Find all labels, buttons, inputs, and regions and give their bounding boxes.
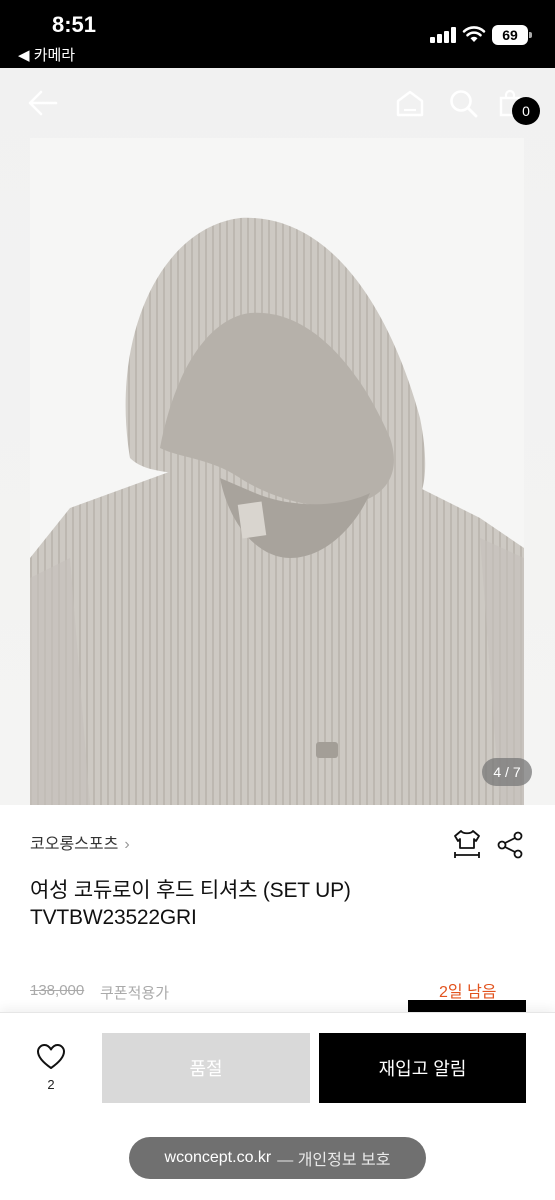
signal-icon — [430, 27, 456, 43]
url-domain: wconcept.co.kr — [164, 1149, 272, 1166]
chevron-right-icon: › — [124, 836, 130, 853]
days-left-badge: 2일 남음 — [439, 984, 497, 1001]
product-title: 여성 코듀로이 후드 티셔츠 (SET UP) — [30, 879, 351, 902]
heart-icon — [37, 1044, 65, 1069]
search-icon[interactable] — [448, 88, 480, 118]
cart-count-badge[interactable]: 0 — [512, 97, 540, 125]
restock-alert-button[interactable]: 재입고 알림 — [319, 1033, 526, 1103]
product-code: TVTBW23522GRI — [30, 906, 197, 929]
brand-name: 코오롱스포츠 — [30, 836, 119, 853]
privacy-note: — 개인정보 보호 — [277, 1152, 391, 1169]
product-image-gallery[interactable]: 0 4 / 7 — [0, 68, 555, 805]
battery-icon: 69 — [492, 25, 532, 45]
browser-url-pill[interactable]: wconcept.co.kr — 개인정보 보호 — [129, 1137, 426, 1179]
hoodie-illustration — [30, 217, 524, 805]
back-arrow-icon[interactable] — [26, 88, 60, 118]
bottom-action-bar: 2 품절 재입고 알림 wconcept.co.kr — 개인정보 보호 — [0, 1012, 555, 1200]
back-to-app-link[interactable]: ◀ 카메라 — [18, 44, 75, 65]
image-counter: 4 / 7 — [482, 758, 532, 786]
brand-link[interactable]: 코오롱스포츠 › — [30, 830, 130, 854]
status-bar: 8:51 ◀ 카메라 69 — [0, 0, 555, 68]
product-photo — [30, 138, 524, 805]
size-guide-icon[interactable] — [452, 828, 482, 860]
like-count: 2 — [47, 1077, 55, 1092]
promo-banner[interactable] — [408, 1000, 526, 1012]
wifi-icon — [462, 26, 486, 42]
like-button[interactable]: 2 — [30, 1043, 72, 1092]
coupon-price-label: 쿠폰적용가 — [100, 985, 170, 1002]
share-icon[interactable] — [496, 830, 524, 860]
status-time: 8:51 — [52, 12, 97, 37]
soldout-button[interactable]: 품절 — [102, 1033, 310, 1103]
original-price: 138,000 — [30, 982, 85, 999]
home-icon[interactable] — [394, 88, 426, 118]
